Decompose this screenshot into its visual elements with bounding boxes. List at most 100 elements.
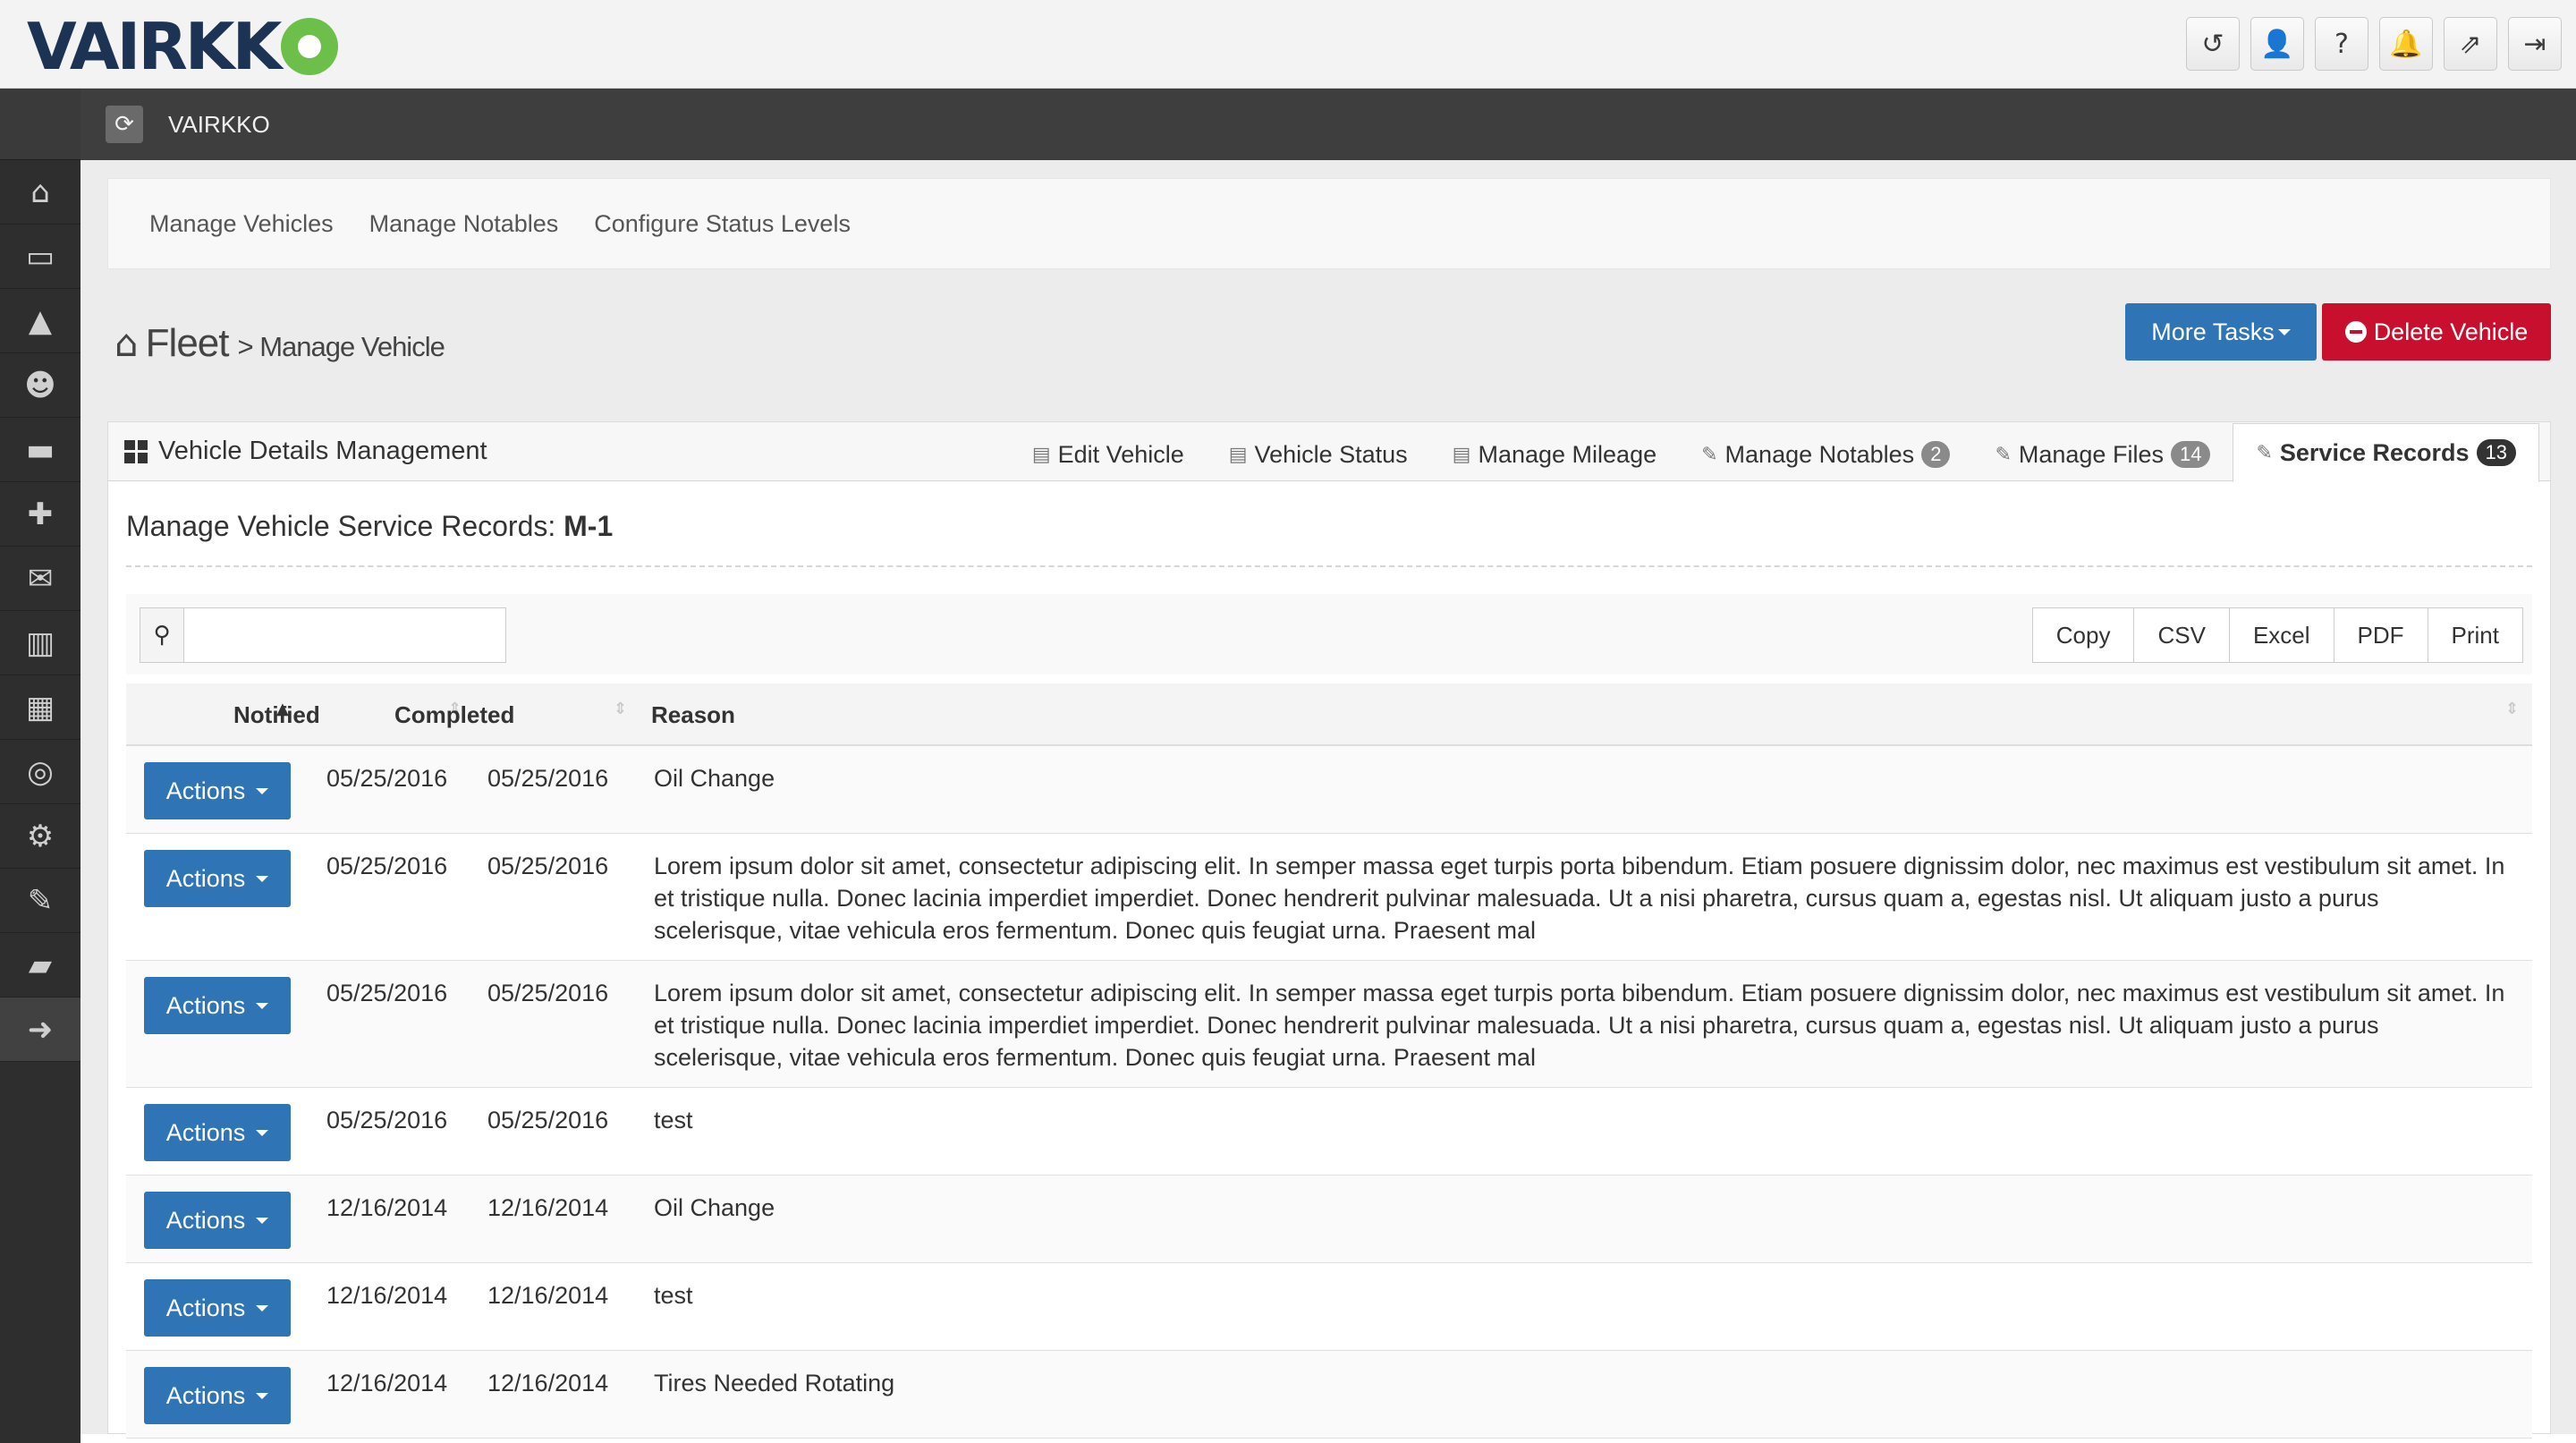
vairkko-logo[interactable]: VAIRKK: [27, 11, 339, 82]
completed-cell: 12/16/2014: [487, 1282, 609, 1309]
user-icon[interactable]: 👤: [2250, 17, 2304, 71]
users-icon[interactable]: ☻: [0, 353, 80, 418]
reason-cell: test: [654, 1282, 693, 1309]
sidebar: ⌂ ▭ ▲ ☻ ▬ ✚ ✉ ▥ ▦ ◎ ⚙ ✎ ▰ ➜: [0, 89, 80, 1443]
search-input[interactable]: [184, 608, 505, 662]
table-header: ▲ Notified ⇕ Completed ⇕ Reason ⇕: [126, 683, 2532, 746]
refresh-icon[interactable]: ⟳: [106, 106, 143, 143]
actions-button[interactable]: Actions: [144, 762, 291, 819]
panel-tab-bar: Vehicle Details Management ▤ Edit Vehicl…: [108, 422, 2550, 482]
caret-down-icon: [256, 1217, 269, 1224]
column-header-reason[interactable]: Reason: [651, 701, 735, 729]
main-content: Manage Vehicles Manage Notables Configur…: [80, 160, 2576, 1439]
caret-down-icon: [2277, 328, 2291, 335]
subnav-manage-vehicles[interactable]: Manage Vehicles: [149, 210, 334, 238]
bar-chart-icon[interactable]: ▥: [0, 611, 80, 675]
caret-down-icon: [256, 787, 269, 794]
search-icon[interactable]: ⚲: [140, 608, 184, 662]
more-tasks-label: More Tasks: [2151, 318, 2275, 345]
sort-icon[interactable]: ⇕: [614, 700, 627, 718]
home-icon[interactable]: ⌂: [114, 321, 139, 365]
pdf-button[interactable]: PDF: [2333, 607, 2428, 663]
home-icon[interactable]: ⌂: [0, 160, 80, 225]
actions-button[interactable]: Actions: [144, 850, 291, 907]
table-row: Actions 12/16/2014 12/16/2014 Tires Need…: [126, 1351, 2532, 1439]
actions-button[interactable]: Actions: [144, 1279, 291, 1337]
truck-icon[interactable]: ▰: [0, 933, 80, 997]
inbox-icon[interactable]: ▭: [0, 225, 80, 289]
subnav-manage-notables[interactable]: Manage Notables: [369, 210, 559, 238]
reason-cell: Lorem ipsum dolor sit amet, consectetur …: [654, 853, 2505, 944]
table-row: Actions 05/25/2016 05/25/2016 Lorem ipsu…: [126, 961, 2532, 1088]
tab-manage-mileage[interactable]: ▤ Manage Mileage: [1430, 428, 1679, 481]
external-link-icon[interactable]: ⇗: [2444, 17, 2497, 71]
app-bar: ⟳ VAIRKKO: [80, 89, 2576, 160]
reason-cell: Tires Needed Rotating: [654, 1370, 895, 1396]
edit-icon: ✎: [1701, 443, 1718, 466]
sign-out-icon[interactable]: ⇥: [2508, 17, 2562, 71]
more-tasks-button[interactable]: More Tasks: [2125, 303, 2317, 361]
excel-button[interactable]: Excel: [2228, 607, 2334, 663]
actions-button[interactable]: Actions: [144, 977, 291, 1034]
delete-vehicle-button[interactable]: Delete Vehicle: [2322, 303, 2551, 361]
dashed-divider: [126, 565, 2532, 567]
edit-icon: ✎: [1995, 443, 2012, 466]
envelope-icon[interactable]: ✉: [0, 547, 80, 611]
notified-cell: 12/16/2014: [326, 1194, 448, 1221]
records-title-prefix: Manage Vehicle Service Records:: [126, 510, 564, 542]
table-row: Actions 05/25/2016 05/25/2016 Oil Change: [126, 746, 2532, 834]
help-icon[interactable]: ?: [2315, 17, 2368, 71]
actions-button[interactable]: Actions: [144, 1104, 291, 1161]
table-toolbar: ⚲ Copy CSV Excel PDF Print: [126, 594, 2532, 675]
hdd-icon[interactable]: ▬: [0, 418, 80, 482]
csv-button[interactable]: CSV: [2133, 607, 2230, 663]
actions-label: Actions: [165, 1294, 246, 1321]
page-heading: Fleet: [145, 321, 230, 365]
service-records-table: Actions 05/25/2016 05/25/2016 Oil Change…: [126, 746, 2532, 1439]
history-icon[interactable]: ↺: [2186, 17, 2240, 71]
actions-label: Actions: [165, 991, 246, 1019]
tab-vehicle-status[interactable]: ▤ Vehicle Status: [1207, 428, 1430, 481]
cogs-icon[interactable]: ⚙: [0, 804, 80, 869]
tab-service-records[interactable]: ✎ Service Records 13: [2233, 423, 2539, 482]
tab-manage-notables[interactable]: ✎ Manage Notables 2: [1679, 428, 1972, 481]
bell-icon[interactable]: 🔔: [2379, 17, 2433, 71]
table-row: Actions 05/25/2016 05/25/2016 test: [126, 1088, 2532, 1176]
panel-tabs: ▤ Edit Vehicle ▤ Vehicle Status ▤ Manage…: [1010, 422, 2539, 482]
notified-cell: 05/25/2016: [326, 765, 448, 792]
caret-down-icon: [256, 1304, 269, 1311]
actions-label: Actions: [165, 864, 246, 892]
actions-button[interactable]: Actions: [144, 1367, 291, 1424]
column-header-notified[interactable]: Notified: [233, 701, 320, 729]
delete-vehicle-label: Delete Vehicle: [2373, 318, 2529, 345]
sort-icon[interactable]: ⇕: [2505, 700, 2519, 718]
medkit-icon[interactable]: ✚: [0, 482, 80, 547]
tab-label: Manage Mileage: [1478, 440, 1657, 468]
search-box: ⚲: [140, 607, 506, 663]
actions-button[interactable]: Actions: [144, 1192, 291, 1249]
keyboard-icon: ▤: [1031, 443, 1051, 466]
life-ring-icon[interactable]: ◎: [0, 740, 80, 804]
arrow-circle-right-icon[interactable]: ➜: [0, 997, 80, 1062]
tab-manage-files[interactable]: ✎ Manage Files 14: [1972, 428, 2233, 481]
subnav-configure-status-levels[interactable]: Configure Status Levels: [594, 210, 851, 238]
table-row: Actions 12/16/2014 12/16/2014 test: [126, 1263, 2532, 1351]
top-header: VAIRKK ↺ 👤 ? 🔔 ⇗ ⇥: [0, 0, 2576, 89]
table-row: Actions 12/16/2014 12/16/2014 Oil Change: [126, 1176, 2532, 1263]
notified-cell: 12/16/2014: [326, 1282, 448, 1309]
column-header-completed[interactable]: Completed: [394, 701, 514, 729]
notified-cell: 05/25/2016: [326, 1107, 448, 1133]
print-button[interactable]: Print: [2427, 607, 2523, 663]
completed-cell: 05/25/2016: [487, 853, 609, 879]
tab-edit-vehicle[interactable]: ▤ Edit Vehicle: [1010, 428, 1207, 481]
copy-button[interactable]: Copy: [2031, 607, 2135, 663]
calendar-icon[interactable]: ▦: [0, 675, 80, 740]
wrench-icon[interactable]: ✎: [0, 869, 80, 933]
edit-icon: ✎: [2256, 441, 2273, 464]
completed-cell: 05/25/2016: [487, 765, 609, 792]
completed-cell: 05/25/2016: [487, 980, 609, 1006]
graduation-cap-icon[interactable]: ▲: [0, 289, 80, 353]
notified-cell: 05/25/2016: [326, 980, 448, 1006]
actions-label: Actions: [165, 1118, 246, 1146]
completed-cell: 05/25/2016: [487, 1107, 609, 1133]
